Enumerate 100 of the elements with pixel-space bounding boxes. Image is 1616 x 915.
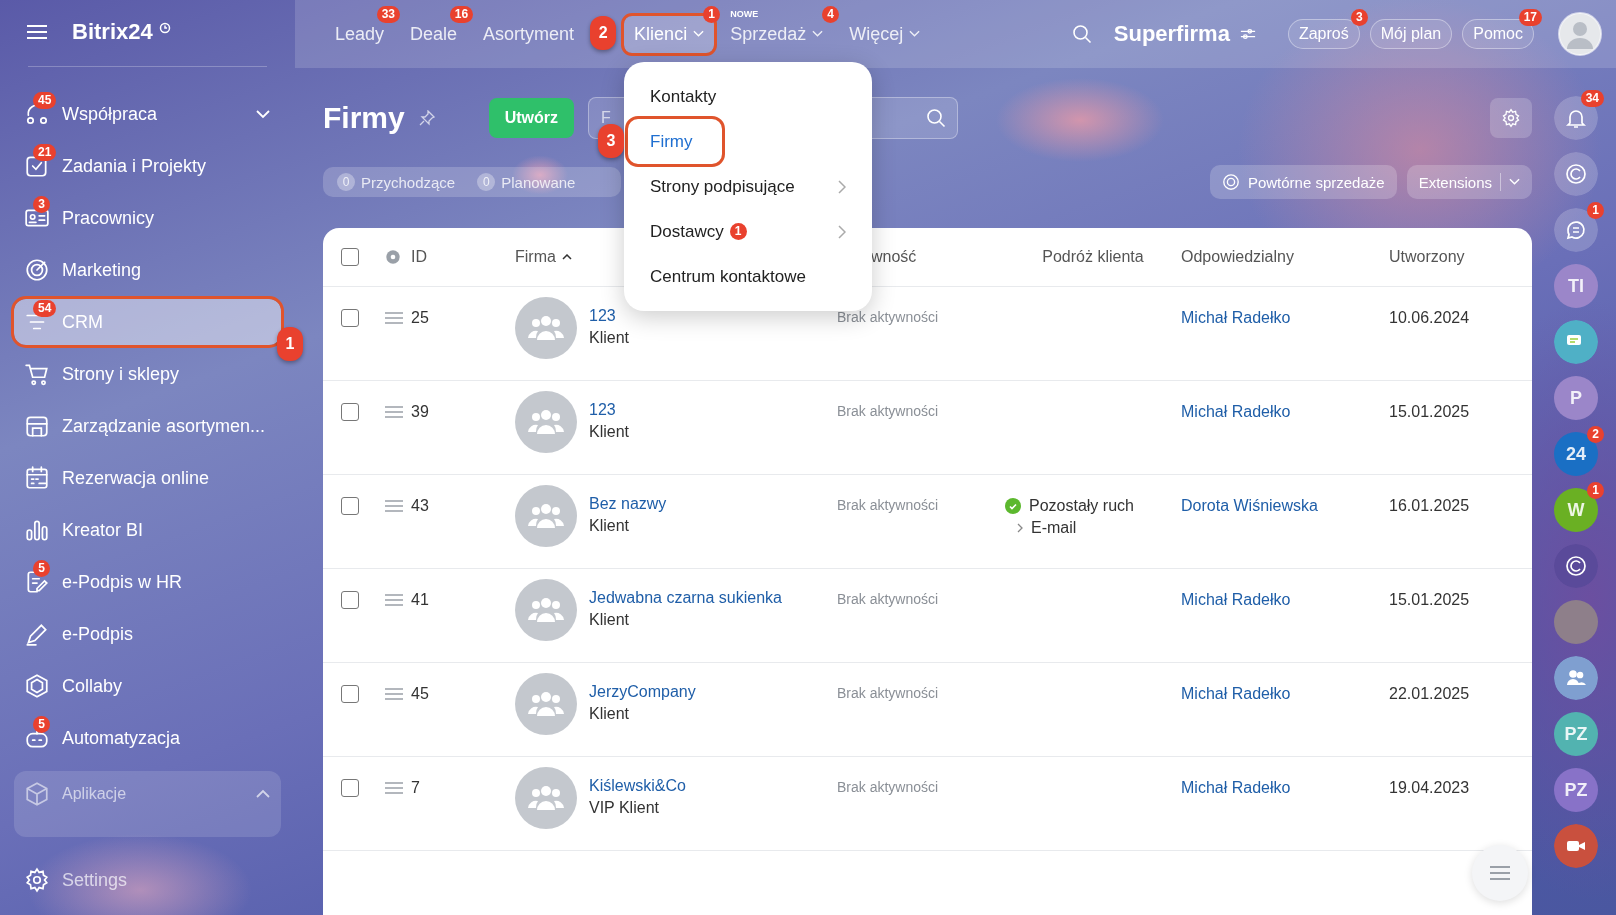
drag-handle-icon[interactable]	[385, 782, 403, 794]
column-header[interactable]: Odpowiedzialny	[1181, 248, 1294, 266]
table-cell-text: Brak aktywności	[837, 403, 940, 419]
table-cell-text: 41	[411, 591, 430, 609]
count-badge: 16	[449, 5, 474, 23]
column-header[interactable]: Utworzony	[1389, 248, 1465, 266]
sidebar-item[interactable]: 5 e-Podpis w HR	[14, 559, 281, 605]
sliders-icon[interactable]	[1239, 27, 1256, 41]
sidebar-item[interactable]: Collaby	[14, 663, 281, 709]
responsible-link[interactable]: Michał Radełko	[1181, 779, 1291, 796]
list-icon	[1490, 866, 1510, 880]
user-avatar[interactable]	[1558, 12, 1602, 56]
nav-tab[interactable]: Więcej	[839, 15, 931, 53]
chevron-up-icon[interactable]	[255, 789, 271, 799]
filter-chip[interactable]: 0 Przychodzące	[337, 173, 456, 191]
count-badge: 1	[703, 5, 721, 23]
search-icon[interactable]	[926, 108, 947, 128]
sidebar-item[interactable]: Settings	[14, 857, 281, 903]
step-number-marker: 1	[277, 327, 303, 361]
company-avatar	[515, 485, 577, 547]
count-badge: 45	[33, 92, 57, 109]
column-header[interactable]: Podróż klienta	[1042, 248, 1144, 266]
chat-avatar[interactable]: TI	[1554, 264, 1598, 308]
group-label[interactable]: Aplikacje	[62, 785, 127, 803]
row-checkbox[interactable]	[341, 497, 359, 515]
chat-avatar[interactable]: PZ	[1554, 712, 1598, 756]
menu-item[interactable]: Kontakty	[628, 74, 868, 119]
cart-icon	[24, 361, 50, 387]
video-camera-icon[interactable]	[1554, 824, 1598, 868]
create-button[interactable]: Utwórz	[488, 98, 575, 138]
column-header[interactable]: Firma	[515, 248, 556, 266]
drag-handle-icon[interactable]	[385, 688, 403, 700]
list-button[interactable]	[1472, 845, 1528, 901]
search-icon[interactable]	[1071, 24, 1092, 44]
settings-button[interactable]	[1490, 98, 1532, 138]
responsible-link[interactable]: Michał Radełko	[1181, 685, 1291, 702]
company-link[interactable]: Kiślewski&Co	[589, 777, 686, 795]
responsible-link[interactable]: Dorota Wiśniewska	[1181, 497, 1318, 514]
sidebar-item[interactable]: 5 Automatyzacja	[14, 715, 281, 761]
count-badge: 54	[33, 300, 57, 317]
menu-icon[interactable]	[26, 24, 48, 40]
row-checkbox[interactable]	[341, 403, 359, 421]
company-link[interactable]: 123	[589, 307, 630, 325]
responsible-link[interactable]: Michał Radełko	[1181, 591, 1291, 608]
company-type: Klient	[589, 517, 631, 535]
row-checkbox[interactable]	[341, 685, 359, 703]
column-header[interactable]: ID	[411, 248, 427, 266]
repeat-sales-button[interactable]: Powtórne sprzedaże	[1209, 165, 1397, 199]
count-badge: 5	[33, 560, 50, 577]
table-cell-text: 25	[411, 309, 430, 327]
extensions-button[interactable]: Extensions	[1406, 165, 1532, 199]
chevron-down-icon[interactable]	[255, 109, 271, 119]
header-button[interactable]: Mój plan	[1369, 19, 1453, 49]
company-link[interactable]: Bez nazwy	[589, 495, 667, 513]
sidebar-item[interactable]: 54 CRM	[14, 299, 281, 345]
chat-avatar[interactable]: P	[1554, 376, 1598, 420]
filter-chip[interactable]: 0 Planowane	[477, 173, 576, 191]
menu-item[interactable]: Centrum kontaktowe	[628, 254, 868, 299]
status-icon	[1005, 498, 1021, 514]
menu-item[interactable]: Firmy	[628, 119, 722, 164]
chevron-down-icon	[1509, 178, 1520, 186]
sidebar-item[interactable]: Rezerwacja online	[14, 455, 281, 501]
sidebar-item[interactable]: Kreator BI	[14, 507, 281, 553]
row-checkbox[interactable]	[341, 779, 359, 797]
responsible-link[interactable]: Michał Radełko	[1181, 403, 1291, 420]
sidebar-item[interactable]: 3 Pracownicy	[14, 195, 281, 241]
sidebar-item[interactable]: Marketing	[14, 247, 281, 293]
store-icon	[24, 413, 50, 439]
select-all-checkbox[interactable]	[341, 248, 359, 266]
clock-icon	[158, 22, 171, 34]
chat-avatar[interactable]: PZ	[1554, 768, 1598, 812]
count-badge: 4	[822, 5, 840, 23]
sidebar-item[interactable]: e-Podpis	[14, 611, 281, 657]
column-header[interactable]: wność	[871, 248, 917, 266]
drag-handle-icon[interactable]	[385, 312, 403, 324]
company-link[interactable]: JerzyCompany	[589, 683, 696, 701]
nav-tab[interactable]: Asortyment	[473, 15, 585, 53]
drag-handle-icon[interactable]	[385, 406, 403, 418]
drag-handle-icon[interactable]	[385, 594, 403, 606]
logo-text[interactable]: Bitrix24	[72, 19, 153, 45]
table-cell-text: 7	[411, 779, 421, 797]
menu-item[interactable]: Dostawcy 1	[628, 209, 868, 254]
company-link[interactable]: 123	[589, 401, 630, 419]
menu-item[interactable]: Strony podpisujące	[628, 164, 868, 209]
drag-handle-icon[interactable]	[385, 500, 403, 512]
count-badge: 2	[1587, 426, 1604, 443]
count-badge: 1	[1587, 202, 1604, 219]
responsible-link[interactable]: Michał Radełko	[1181, 309, 1291, 326]
row-checkbox[interactable]	[341, 309, 359, 327]
table-cell-text: Brak aktywności	[837, 685, 940, 701]
pin-icon[interactable]	[418, 110, 435, 126]
table-cell-text: Brak aktywności	[837, 497, 940, 513]
sidebar-item[interactable]: 21 Zadania i Projekty	[14, 143, 281, 189]
sidebar-item[interactable]: 45 Współpraca	[14, 91, 281, 137]
count-badge: 33	[376, 5, 401, 23]
company-name[interactable]: Superfirma	[1113, 21, 1230, 47]
chat-bubble-icon[interactable]	[1554, 320, 1598, 364]
row-checkbox[interactable]	[341, 591, 359, 609]
sidebar-item[interactable]: Zarządzanie asortymen...	[14, 403, 281, 449]
company-link[interactable]: Jedwabna czarna sukienka	[589, 589, 782, 607]
